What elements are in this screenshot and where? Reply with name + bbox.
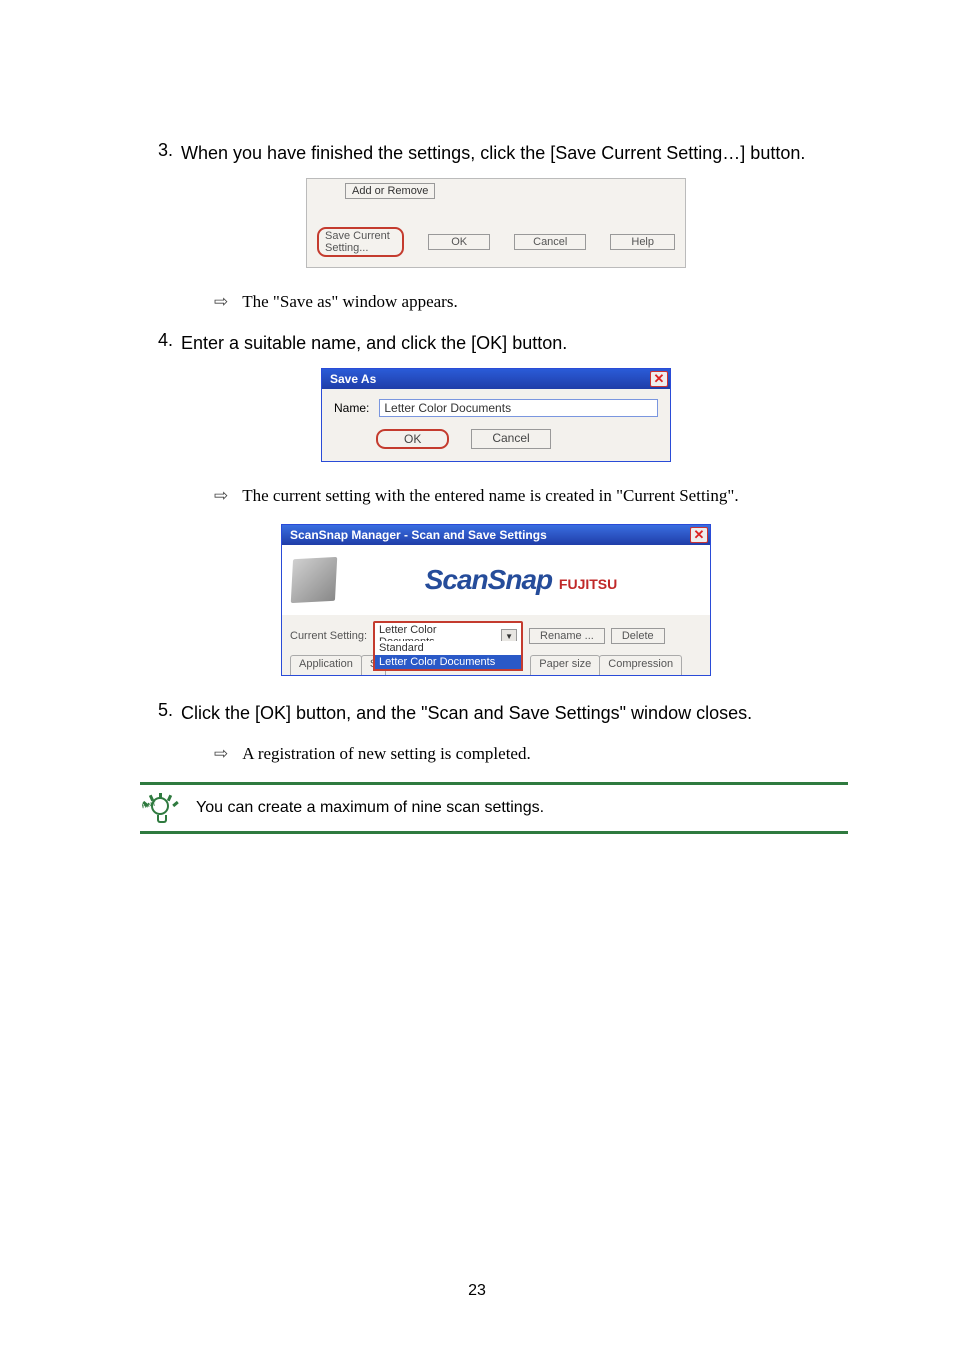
step-4-text: Enter a suitable name, and click the [OK… xyxy=(181,330,834,356)
scansnap-manager-dialog: ScanSnap Manager - Scan and Save Setting… xyxy=(281,524,711,676)
save-setting-dialog-partial: Add or Remove Save Current Setting... OK… xyxy=(306,178,686,268)
step-4-number: 4. xyxy=(158,330,173,356)
result-note-3: ⇨ A registration of new setting is compl… xyxy=(214,744,834,764)
tab-compression[interactable]: Compression xyxy=(599,655,682,675)
step-5-text: Click the [OK] button, and the "Scan and… xyxy=(181,700,834,726)
result-note-1-text: The "Save as" window appears. xyxy=(242,292,457,312)
tab-paper-size[interactable]: Paper size xyxy=(530,655,600,675)
hint-box: HINT You can create a maximum of nine sc… xyxy=(140,782,848,834)
delete-button[interactable]: Delete xyxy=(611,628,665,644)
save-as-title: Save As xyxy=(330,372,376,386)
rename-button[interactable]: Rename ... xyxy=(529,628,605,644)
help-button[interactable]: Help xyxy=(610,234,675,250)
current-setting-label: Current Setting: xyxy=(290,630,367,642)
result-note-1: ⇨ The "Save as" window appears. xyxy=(214,292,834,312)
step-3-text: When you have finished the settings, cli… xyxy=(181,140,834,166)
close-icon[interactable]: ✕ xyxy=(650,371,668,387)
add-or-remove-button[interactable]: Add or Remove xyxy=(345,183,435,199)
name-label: Name: xyxy=(334,401,369,415)
dropdown-option-letter-color[interactable]: Letter Color Documents xyxy=(375,655,521,669)
hint-text: You can create a maximum of nine scan se… xyxy=(196,799,544,817)
step-4: 4. Enter a suitable name, and click the … xyxy=(158,330,834,356)
close-icon[interactable]: ✕ xyxy=(690,527,708,543)
ok-button[interactable]: OK xyxy=(376,429,449,449)
hint-bulb-icon: HINT xyxy=(144,793,178,823)
result-note-3-text: A registration of new setting is complet… xyxy=(242,744,530,764)
step-3-number: 3. xyxy=(158,140,173,166)
save-as-dialog: Save As ✕ Name: Letter Color Documents O… xyxy=(321,368,671,462)
result-note-2-text: The current setting with the entered nam… xyxy=(242,486,738,506)
scansnap-logo-text: ScanSnap FUJITSU xyxy=(342,564,700,596)
cancel-button[interactable]: Cancel xyxy=(514,234,586,250)
cancel-button[interactable]: Cancel xyxy=(471,429,550,449)
scansnap-manager-title: ScanSnap Manager - Scan and Save Setting… xyxy=(290,528,547,542)
arrow-icon: ⇨ xyxy=(214,292,228,312)
step-5: 5. Click the [OK] button, and the "Scan … xyxy=(158,700,834,726)
dropdown-option-standard[interactable]: Standard xyxy=(375,641,521,655)
tab-application[interactable]: Application xyxy=(290,655,362,675)
scansnap-logo-icon xyxy=(291,557,337,603)
step-5-number: 5. xyxy=(158,700,173,726)
step-3: 3. When you have finished the settings, … xyxy=(158,140,834,166)
arrow-icon: ⇨ xyxy=(214,744,228,764)
name-field[interactable]: Letter Color Documents xyxy=(379,399,658,417)
save-current-setting-button[interactable]: Save Current Setting... xyxy=(317,227,404,257)
fujitsu-brand: FUJITSU xyxy=(559,576,617,592)
current-setting-options: Standard Letter Color Documents xyxy=(373,641,523,671)
page-number: 23 xyxy=(0,1282,954,1300)
ok-button[interactable]: OK xyxy=(428,234,490,250)
result-note-2: ⇨ The current setting with the entered n… xyxy=(214,486,834,506)
arrow-icon: ⇨ xyxy=(214,486,228,506)
